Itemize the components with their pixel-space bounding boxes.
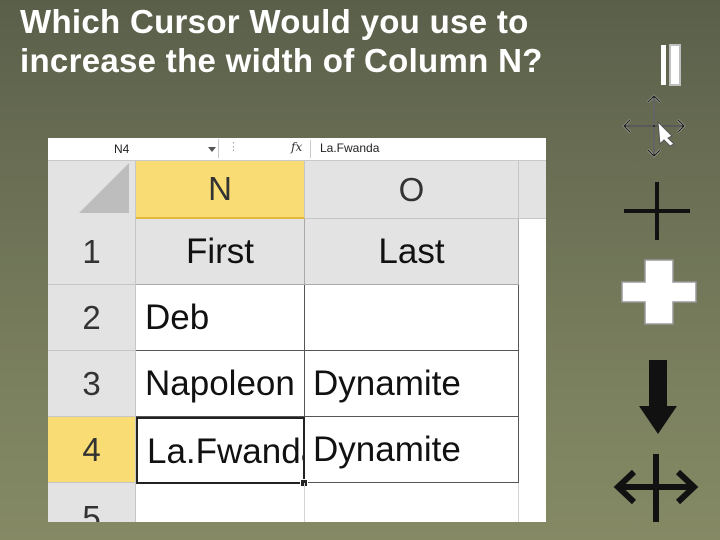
excel-screenshot: N4 ⋮ fx La.Fwanda N O 1 First Last 2 Deb… [48,138,546,522]
vertical-bar-icon [661,44,681,86]
name-box-value: N4 [114,142,130,156]
column-header-p[interactable] [519,161,546,219]
cell-n1[interactable]: First [136,219,305,285]
cell-o5[interactable] [305,483,519,522]
name-box[interactable]: N4 [48,139,219,158]
cell-o2[interactable] [305,285,519,351]
select-all-corner[interactable] [48,161,136,220]
function-icon[interactable]: fx [291,140,302,154]
row-header-3[interactable]: 3 [48,351,136,417]
cell-o1[interactable]: Last [305,219,519,285]
formula-bar-divider [310,140,311,158]
column-header-o[interactable]: O [305,161,519,219]
slide-title: Which Cursor Would you use to increase t… [20,2,660,80]
row-header-4[interactable]: 4 [48,417,136,483]
cell-o3[interactable]: Dynamite [305,351,519,417]
down-arrow-cursor-icon[interactable] [636,358,680,436]
column-header-n[interactable]: N [136,161,305,219]
white-cross-cursor-icon[interactable] [619,258,699,326]
cell-o4[interactable]: Dynamite [305,417,519,483]
row-header-5[interactable]: 5 [48,483,136,522]
cell-n5[interactable] [136,483,305,522]
formula-bar-input[interactable]: La.Fwanda [320,141,379,155]
slide-title-line-1: Which Cursor Would you use to [20,3,529,40]
cell-n3[interactable]: Napoleon [136,351,305,417]
cell-n2[interactable]: Deb [136,285,305,351]
formula-bar-grip-icon: ⋮ [228,141,240,153]
cell-n4-selected[interactable]: La.Fwanda [136,417,305,484]
row-header-2[interactable]: 2 [48,285,136,351]
slide-title-line-2: increase the width of Column N? [20,42,543,79]
chevron-down-icon[interactable] [208,147,216,152]
select-all-triangle-icon [79,163,129,213]
row-header-1[interactable]: 1 [48,219,136,285]
move-cursor-icon[interactable] [618,92,690,160]
crosshair-cursor-icon[interactable] [622,180,692,242]
formula-bar: N4 ⋮ fx La.Fwanda [48,138,546,161]
column-resize-cursor-icon[interactable] [612,452,700,524]
